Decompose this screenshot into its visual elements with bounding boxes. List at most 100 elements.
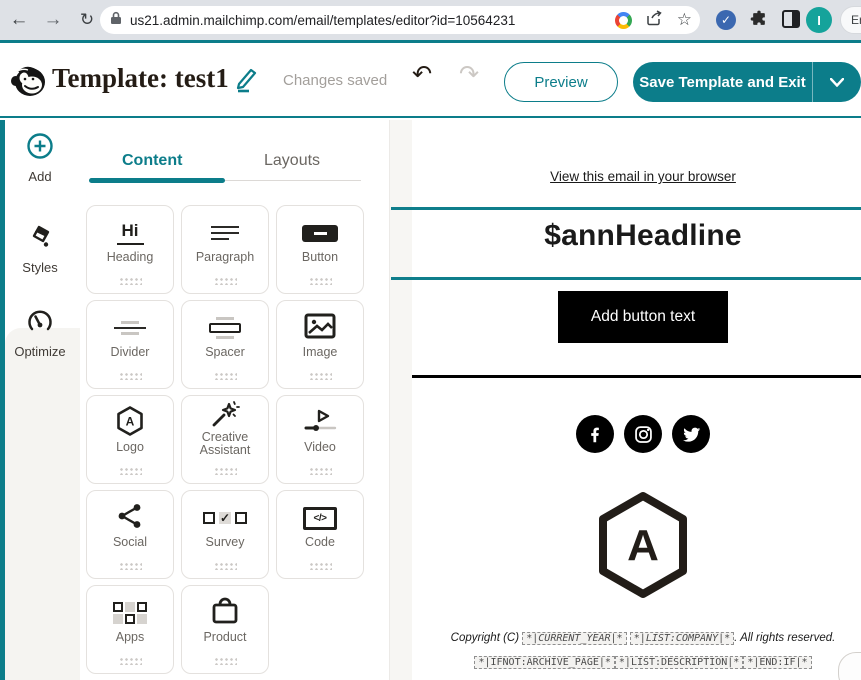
undo-button[interactable]: ↶ <box>412 60 432 89</box>
block-tile-spacer[interactable]: Spacer <box>181 300 269 389</box>
sidebar-add-label: Add <box>28 169 52 184</box>
lock-icon <box>110 11 122 30</box>
sidebar-styles-label: Styles <box>22 260 58 275</box>
content-panel: Content Layouts Hi Heading Paragraph But… <box>80 120 390 680</box>
email-copyright-line[interactable]: Copyright (C) *|CURRENT_YEAR|* *|LIST:CO… <box>412 632 861 645</box>
drag-handle-dots[interactable] <box>118 372 142 380</box>
paragraph-icon <box>211 225 239 241</box>
copyright-suffix: . All rights reserved. <box>734 632 836 644</box>
tile-label: Video <box>304 440 336 454</box>
drag-handle-dots[interactable] <box>308 277 332 285</box>
heading-icon: Hi <box>116 221 144 245</box>
block-tile-image[interactable]: Image <box>276 300 364 389</box>
merge-tag-ifnot-archive: *|IFNOT:ARCHIVE_PAGE|* <box>474 656 615 669</box>
merge-tag-end-if: *|END:IF|* <box>743 656 812 669</box>
block-tile-code[interactable]: </> Code <box>276 490 364 579</box>
block-tile-button[interactable]: Button <box>276 205 364 294</box>
share-icon[interactable] <box>646 9 663 31</box>
merge-tag-list-description: *|LIST:DESCRIPTION|* <box>614 656 744 669</box>
browser-reload-button[interactable]: ↻ <box>74 7 100 33</box>
tile-label: Survey <box>205 535 245 549</box>
block-tile-video[interactable]: Video <box>276 395 364 484</box>
instagram-icon[interactable] <box>624 415 662 453</box>
drag-handle-dots[interactable] <box>213 372 237 380</box>
social-share-icon <box>115 501 145 536</box>
image-icon <box>304 313 336 344</box>
save-options-chevron-down-icon[interactable] <box>813 77 861 87</box>
browser-chrome: ← → ↻ us21.admin.mailchimp.com/email/tem… <box>0 0 861 40</box>
drag-handle-dots[interactable] <box>118 562 142 570</box>
drag-handle-dots[interactable] <box>213 562 237 570</box>
email-headline[interactable]: $annHeadline <box>412 219 861 253</box>
drag-handle-dots[interactable] <box>118 467 142 475</box>
merge-tag-list-company: *|LIST:COMPANY|* <box>629 632 735 645</box>
sidebar-item-styles[interactable]: Styles <box>5 223 75 275</box>
redo-button-disabled: ↷ <box>459 61 480 88</box>
drag-handle-dots[interactable] <box>213 467 237 475</box>
sidebar-item-optimize[interactable]: Optimize <box>5 307 75 359</box>
block-tile-heading[interactable]: Hi Heading <box>86 205 174 294</box>
drag-handle-dots[interactable] <box>308 372 332 380</box>
block-tile-logo[interactable]: A Logo <box>86 395 174 484</box>
tile-label: Product <box>203 630 247 644</box>
google-icon[interactable] <box>614 11 632 29</box>
block-tile-creative-assistant[interactable]: Creative Assistant <box>181 395 269 484</box>
browser-profile-chip[interactable]: Er <box>840 6 861 34</box>
browser-back-button[interactable]: ← <box>6 7 32 33</box>
save-template-button[interactable]: Save Template and Exit <box>633 62 861 102</box>
browser-profile-avatar[interactable]: I <box>806 7 832 33</box>
mailchimp-template-editor: ← → ↻ us21.admin.mailchimp.com/email/tem… <box>0 0 861 680</box>
divider-icon <box>114 320 146 336</box>
button-icon <box>302 224 338 242</box>
view-in-browser-link[interactable]: View this email in your browser <box>412 169 861 184</box>
block-tile-divider[interactable]: Divider <box>86 300 174 389</box>
block-tile-paragraph[interactable]: Paragraph <box>181 205 269 294</box>
drag-handle-dots[interactable] <box>308 562 332 570</box>
apps-icon <box>113 602 147 624</box>
email-footer-merge-tags[interactable]: *|IFNOT:ARCHIVE_PAGE|* *|LIST:DESCRIPTION… <box>412 656 861 669</box>
sidebar-accent-strip <box>0 120 5 680</box>
browser-forward-button[interactable]: → <box>40 7 66 33</box>
tab-content[interactable]: Content <box>122 152 182 170</box>
drag-handle-dots[interactable] <box>308 467 332 475</box>
tab-layouts[interactable]: Layouts <box>264 152 320 170</box>
active-tab-indicator <box>89 178 225 183</box>
email-logo-block[interactable]: A <box>595 490 691 605</box>
facebook-icon[interactable] <box>576 415 614 453</box>
preview-button[interactable]: Preview <box>504 62 618 102</box>
tile-label: Creative Assistant <box>199 430 251 457</box>
sidebar-group-background <box>5 328 80 680</box>
drag-handle-dots[interactable] <box>118 657 142 665</box>
tile-label: Button <box>301 250 339 264</box>
tile-label: Spacer <box>205 345 245 359</box>
email-social-block[interactable] <box>412 415 861 453</box>
tile-label: Social <box>112 535 148 549</box>
email-divider-block[interactable] <box>412 375 861 378</box>
extension-check-icon[interactable]: ✓ <box>716 10 736 30</box>
drag-handle-dots[interactable] <box>213 277 237 285</box>
block-tile-product[interactable]: Product <box>181 585 269 674</box>
twitter-icon[interactable] <box>672 415 710 453</box>
svg-text:A: A <box>126 414 135 428</box>
edit-title-pencil-icon[interactable] <box>233 67 259 98</box>
add-plus-icon <box>27 133 53 159</box>
side-panel-icon[interactable] <box>782 10 800 28</box>
email-button-block[interactable]: Add button text <box>558 291 728 343</box>
bookmark-star-icon[interactable]: ☆ <box>677 11 692 28</box>
block-tile-survey[interactable]: ✓ Survey <box>181 490 269 579</box>
editor-header: Template: test1 Changes saved ↶ ↷ Previe… <box>0 43 861 118</box>
sidebar-item-add[interactable]: Add <box>5 132 75 184</box>
drag-handle-dots[interactable] <box>213 657 237 665</box>
optimize-gauge-icon <box>28 310 52 331</box>
drag-handle-dots[interactable] <box>118 277 142 285</box>
mailchimp-logo[interactable] <box>8 59 50 106</box>
block-tile-apps[interactable]: Apps <box>86 585 174 674</box>
extensions-puzzle-icon[interactable] <box>749 9 769 34</box>
block-tile-social[interactable]: Social <box>86 490 174 579</box>
address-bar[interactable]: us21.admin.mailchimp.com/email/templates… <box>100 6 700 34</box>
email-preview-pane: View this email in your browser $annHead… <box>390 120 861 680</box>
editor-sidebar: Add Styles Optimize <box>0 120 80 680</box>
email-canvas[interactable]: View this email in your browser $annHead… <box>412 120 861 680</box>
tile-label: Image <box>302 345 338 359</box>
logo-icon: A <box>115 405 145 442</box>
